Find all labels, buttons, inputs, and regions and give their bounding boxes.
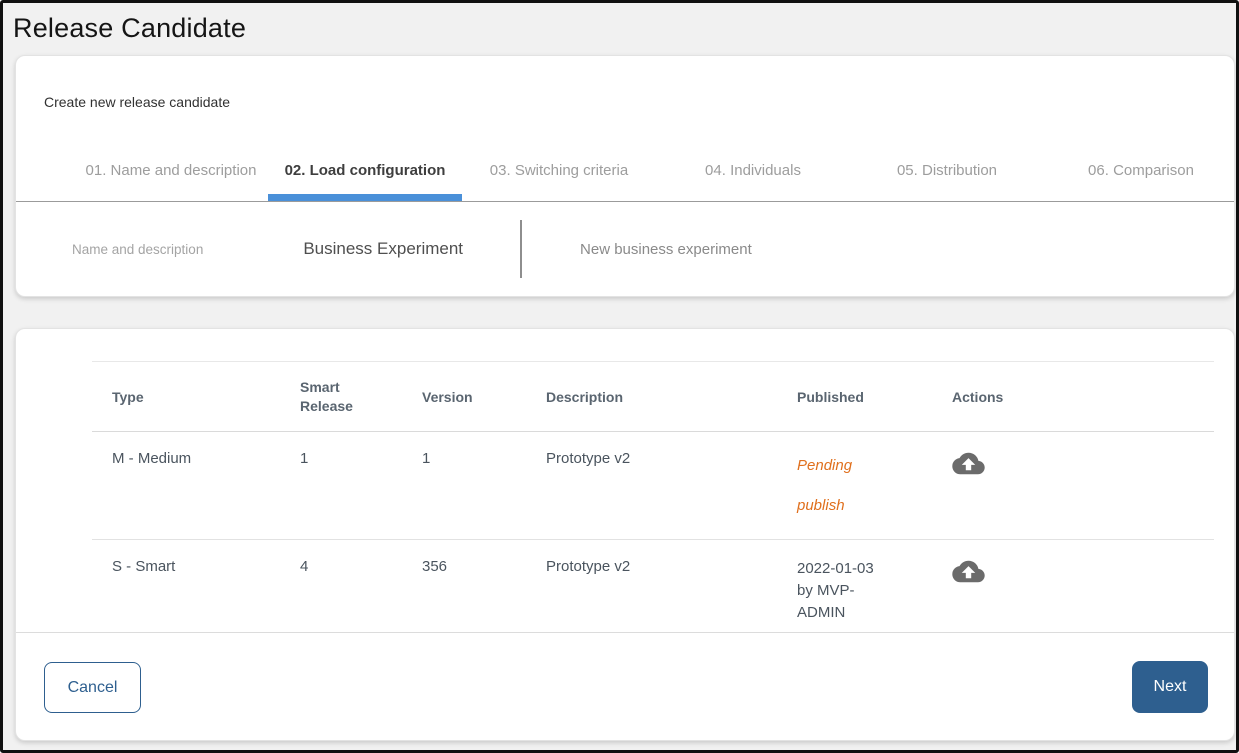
next-button[interactable]: Next	[1132, 661, 1208, 713]
cell-type: M - Medium	[92, 432, 300, 540]
app-window: Release Candidate Create new release can…	[0, 0, 1239, 753]
column-header-actions: Actions	[952, 362, 1214, 432]
cell-version: 1	[422, 432, 546, 540]
table-row: S - Smart 4 356 Prototype v2 2022-01-03 …	[92, 540, 1214, 632]
tab-distribution[interactable]: 05. Distribution	[850, 149, 1044, 201]
subtab-business-experiment[interactable]: Business Experiment	[303, 239, 463, 259]
column-header-description: Description	[546, 362, 797, 432]
tab-switching-criteria[interactable]: 03. Switching criteria	[462, 149, 656, 201]
cell-smart-release: 4	[300, 540, 422, 632]
tab-name-and-description[interactable]: 01. Name and description	[74, 149, 268, 201]
tab-individuals[interactable]: 04. Individuals	[656, 149, 850, 201]
footer-divider	[16, 632, 1234, 633]
cloud-upload-icon	[952, 558, 985, 585]
table-header-row: Type Smart Release Version Description P…	[92, 362, 1214, 432]
cell-description: Prototype v2	[546, 540, 797, 632]
subtab-name-and-description[interactable]: Name and description	[72, 242, 203, 257]
publish-button[interactable]	[952, 558, 985, 585]
subtab-new-business-experiment[interactable]: New business experiment	[580, 241, 752, 258]
wizard-subtitle: Create new release candidate	[44, 94, 230, 110]
page-title: Release Candidate	[13, 13, 246, 44]
cloud-upload-icon	[952, 450, 985, 477]
cell-actions	[952, 432, 1214, 540]
published-date: 2022-01-03 by MVP-ADMIN	[797, 558, 893, 624]
tab-comparison[interactable]: 06. Comparison	[1044, 149, 1238, 201]
tab-load-configuration[interactable]: 02. Load configuration	[268, 149, 462, 201]
cell-smart-release: 1	[300, 432, 422, 540]
cell-published: Pending publish	[797, 432, 952, 540]
publish-button[interactable]	[952, 450, 985, 477]
configuration-table: Type Smart Release Version Description P…	[92, 361, 1214, 632]
pending-publish-status: Pending publish	[797, 446, 893, 526]
active-tab-underline	[268, 194, 462, 201]
cell-type: S - Smart	[92, 540, 300, 632]
column-header-version: Version	[422, 362, 546, 432]
column-header-published: Published	[797, 362, 952, 432]
cell-published: 2022-01-03 by MVP-ADMIN	[797, 540, 952, 632]
cell-actions	[952, 540, 1214, 632]
cell-description: Prototype v2	[546, 432, 797, 540]
configuration-card: Type Smart Release Version Description P…	[15, 328, 1235, 741]
wizard-tabbar: 01. Name and description 02. Load config…	[74, 149, 1238, 201]
table-row: M - Medium 1 1 Prototype v2 Pending publ…	[92, 432, 1214, 540]
cell-version: 356	[422, 540, 546, 632]
column-header-type: Type	[92, 362, 300, 432]
cancel-button[interactable]: Cancel	[44, 662, 141, 713]
subtab-divider	[520, 220, 522, 278]
column-header-smart-release: Smart Release	[300, 362, 422, 432]
subtab-row: Name and description Business Experiment…	[16, 202, 1234, 296]
wizard-card: Create new release candidate 01. Name an…	[15, 55, 1235, 297]
